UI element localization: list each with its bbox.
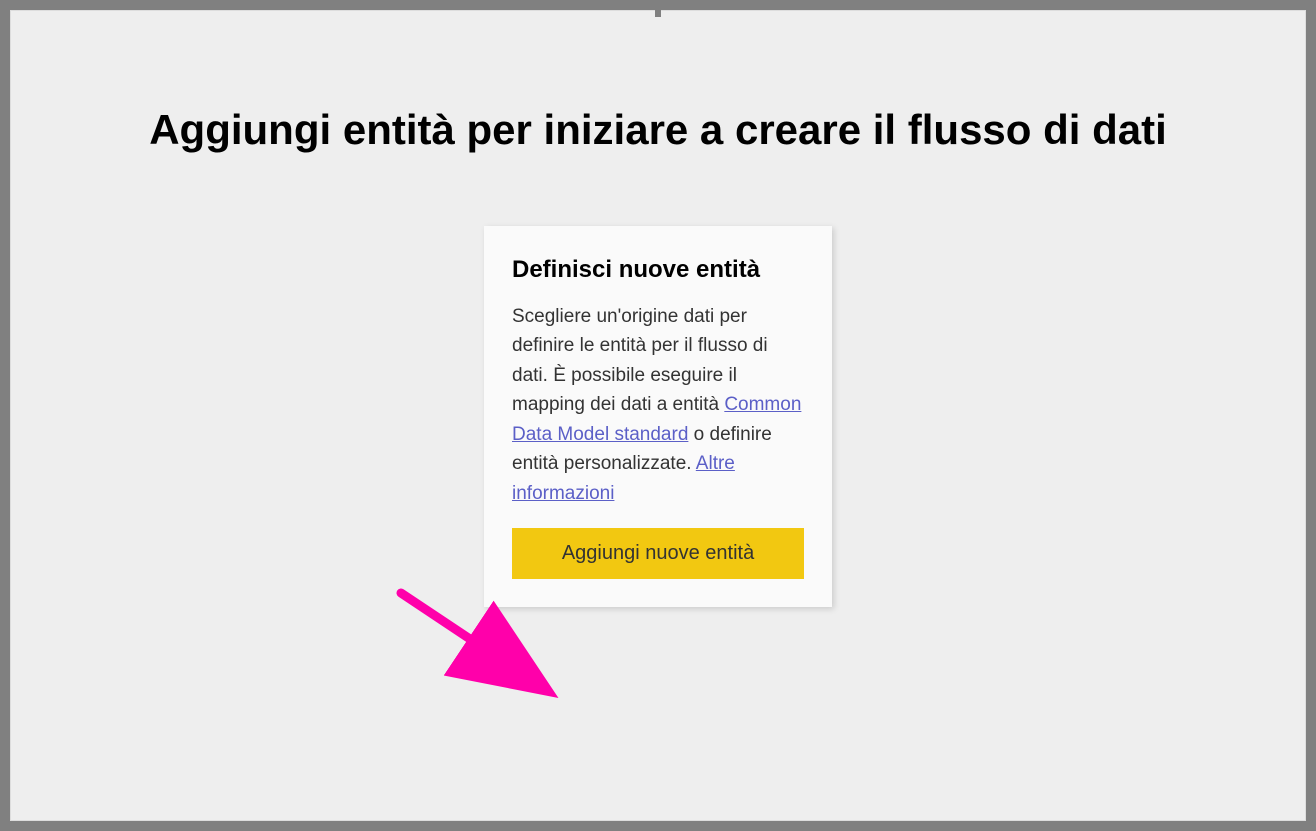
top-notch-decoration — [655, 1, 661, 17]
content-frame: Aggiungi entità per iniziare a creare il… — [10, 10, 1306, 821]
add-new-entities-button[interactable]: Aggiungi nuove entità — [512, 528, 804, 579]
card-description: Scegliere un'origine dati per definire l… — [512, 302, 804, 508]
define-entities-card: Definisci nuove entità Scegliere un'orig… — [484, 226, 832, 607]
card-title: Definisci nuove entità — [512, 256, 804, 284]
page-title: Aggiungi entità per iniziare a creare il… — [11, 11, 1305, 154]
